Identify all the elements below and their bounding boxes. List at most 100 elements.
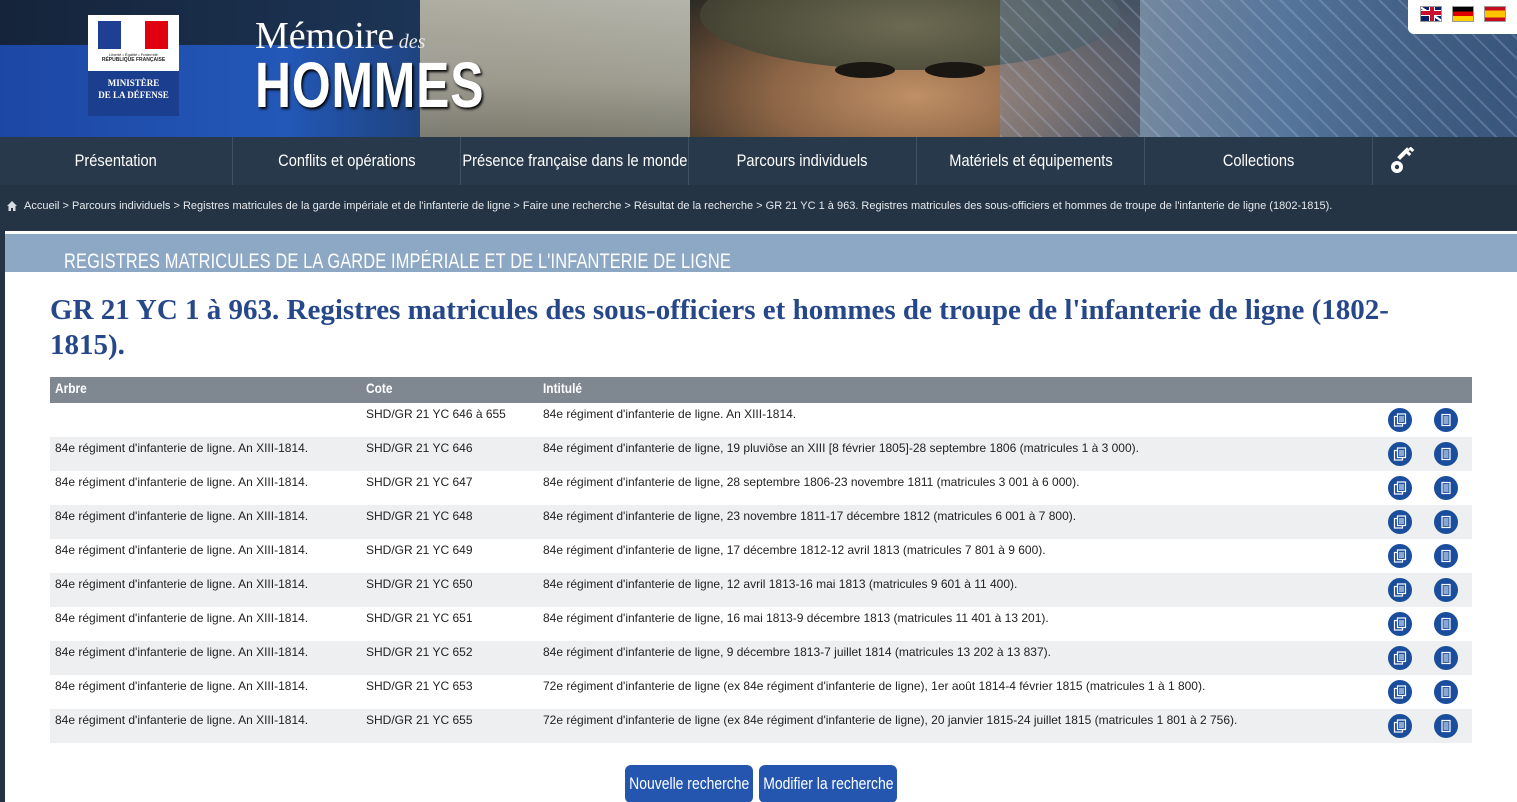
cell-intitule: 84e régiment d'infanterie de ligne, 12 a…: [538, 573, 1383, 607]
cell-action: [1429, 539, 1472, 573]
table-row: 84e régiment d'infanterie de ligne. An X…: [50, 607, 1472, 641]
notice-document-icon[interactable]: [1434, 646, 1458, 670]
uk-flag-icon[interactable]: [1420, 6, 1442, 22]
section-banner: REGISTRES MATRICULES DE LA GARDE IMPÉRIA…: [5, 234, 1517, 273]
nav-item-parcours[interactable]: Parcours individuels: [689, 137, 917, 185]
cell-action: [1383, 573, 1429, 607]
cell-text: SHD/GR 21 YC 646: [366, 441, 473, 455]
cell-action: [1429, 675, 1472, 709]
notice-document-icon[interactable]: [1434, 544, 1458, 568]
cell-text: 84e régiment d'infanterie de ligne. An X…: [55, 475, 309, 489]
breadcrumb: Accueil > Parcours individuels > Registr…: [0, 185, 1517, 231]
cell-intitule: 84e régiment d'infanterie de ligne. An X…: [538, 403, 1383, 437]
cell-text: 84e régiment d'infanterie de ligne. An X…: [55, 645, 309, 659]
notice-document-icon[interactable]: [1434, 714, 1458, 738]
view-records-icon[interactable]: [1388, 578, 1412, 602]
nav-label: Collections: [1222, 151, 1295, 170]
logo-hommes: HOMMES: [255, 49, 485, 121]
header-label: Cote: [366, 380, 393, 396]
notice-document-icon[interactable]: [1434, 578, 1458, 602]
button-label: Nouvelle recherche: [628, 774, 750, 793]
header-cote: Cote: [361, 377, 538, 403]
cell-arbre: 84e régiment d'infanterie de ligne. An X…: [50, 437, 361, 471]
notice-document-icon[interactable]: [1434, 680, 1458, 704]
cell-action: [1383, 539, 1429, 573]
view-records-icon[interactable]: [1388, 612, 1412, 636]
new-search-button[interactable]: Nouvelle recherche: [625, 765, 753, 802]
nav-item-conflits[interactable]: Conflits et opérations: [233, 137, 461, 185]
notice-document-icon[interactable]: [1434, 442, 1458, 466]
notice-document-icon[interactable]: [1434, 476, 1458, 500]
cell-cote: SHD/GR 21 YC 650: [361, 573, 538, 607]
nav-label: Présence française dans le monde: [461, 151, 688, 170]
table-row: 84e régiment d'infanterie de ligne. An X…: [50, 437, 1472, 471]
ministry-line1: MINISTÈRE: [107, 78, 160, 88]
spanish-flag-icon[interactable]: [1484, 6, 1506, 22]
modify-search-button[interactable]: Modifier la recherche: [759, 765, 897, 802]
table-row: 84e régiment d'infanterie de ligne. An X…: [50, 539, 1472, 573]
cell-arbre: 84e régiment d'infanterie de ligne. An X…: [50, 505, 361, 539]
cell-arbre: 84e régiment d'infanterie de ligne. An X…: [50, 709, 361, 743]
breadcrumb-text[interactable]: Accueil > Parcours individuels > Registr…: [24, 200, 1332, 212]
cell-arbre: [50, 403, 361, 437]
home-icon[interactable]: [6, 200, 18, 212]
view-records-icon[interactable]: [1388, 544, 1412, 568]
header-label: Intitulé: [543, 380, 583, 396]
nav-item-collections[interactable]: Collections: [1145, 137, 1373, 185]
table-row: 84e régiment d'infanterie de ligne. An X…: [50, 675, 1472, 709]
nav-label: Présentation: [74, 151, 158, 170]
cell-arbre: 84e régiment d'infanterie de ligne. An X…: [50, 471, 361, 505]
cell-action: [1429, 505, 1472, 539]
nav-item-presence[interactable]: Présence française dans le monde: [461, 137, 689, 185]
button-bar: Nouvelle recherche Modifier la recherche: [625, 765, 897, 802]
cell-intitule: 84e régiment d'infanterie de ligne, 23 n…: [538, 505, 1383, 539]
header-arbre: Arbre: [50, 377, 361, 403]
notice-document-icon[interactable]: [1434, 510, 1458, 534]
cell-action: [1383, 641, 1429, 675]
view-records-icon[interactable]: [1388, 510, 1412, 534]
cell-action: [1383, 709, 1429, 743]
ministry-line2: DE LA DÉFENSE: [98, 90, 169, 100]
cell-arbre: 84e régiment d'infanterie de ligne. An X…: [50, 573, 361, 607]
cell-text: 84e régiment d'infanterie de ligne, 12 a…: [543, 577, 1018, 591]
cell-text: SHD/GR 21 YC 648: [366, 509, 473, 523]
cell-cote: SHD/GR 21 YC 649: [361, 539, 538, 573]
german-flag-icon[interactable]: [1452, 6, 1474, 22]
table-row: SHD/GR 21 YC 646 à 655 84e régiment d'inf…: [50, 403, 1472, 437]
key-icon[interactable]: [1373, 137, 1433, 185]
button-label: Modifier la recherche: [762, 774, 894, 793]
ministry-name: MINISTÈRE DE LA DÉFENSE: [88, 77, 179, 101]
view-records-icon[interactable]: [1388, 714, 1412, 738]
content-area: REGISTRES MATRICULES DE LA GARDE IMPÉRIA…: [5, 231, 1517, 802]
cell-text: 84e régiment d'infanterie de ligne. An X…: [543, 407, 797, 421]
nav-label: Conflits et opérations: [277, 151, 416, 170]
language-selector: [1408, 0, 1517, 34]
nav-item-presentation[interactable]: Présentation: [0, 137, 233, 185]
cell-arbre: 84e régiment d'infanterie de ligne. An X…: [50, 539, 361, 573]
cell-arbre: 84e régiment d'infanterie de ligne. An X…: [50, 675, 361, 709]
cell-intitule: 84e régiment d'infanterie de ligne, 16 m…: [538, 607, 1383, 641]
cell-action: [1429, 573, 1472, 607]
notice-document-icon[interactable]: [1434, 612, 1458, 636]
nav-label: Matériels et équipements: [948, 151, 1113, 170]
view-records-icon[interactable]: [1388, 408, 1412, 432]
cell-text: SHD/GR 21 YC 652: [366, 645, 473, 659]
cell-intitule: 84e régiment d'infanterie de ligne, 17 d…: [538, 539, 1383, 573]
view-records-icon[interactable]: [1388, 680, 1412, 704]
view-records-icon[interactable]: [1388, 646, 1412, 670]
cell-intitule: 84e régiment d'infanterie de ligne, 19 p…: [538, 437, 1383, 471]
site-logo[interactable]: Mémoire des HOMMES: [255, 14, 549, 122]
cell-cote: SHD/GR 21 YC 655: [361, 709, 538, 743]
cell-cote: SHD/GR 21 YC 648: [361, 505, 538, 539]
cell-text: 84e régiment d'infanterie de ligne. An X…: [55, 509, 309, 523]
cell-action: [1383, 607, 1429, 641]
ministry-logo[interactable]: Liberté • Égalité • Fraternité RÉPUBLIQU…: [88, 15, 179, 116]
view-records-icon[interactable]: [1388, 476, 1412, 500]
view-records-icon[interactable]: [1388, 442, 1412, 466]
cell-cote: SHD/GR 21 YC 652: [361, 641, 538, 675]
nav-item-materiels[interactable]: Matériels et équipements: [917, 137, 1145, 185]
cell-text: SHD/GR 21 YC 649: [366, 543, 473, 557]
notice-document-icon[interactable]: [1434, 408, 1458, 432]
page-title: GR 21 YC 1 à 963. Registres matricules d…: [50, 294, 1389, 361]
cell-action: [1383, 471, 1429, 505]
